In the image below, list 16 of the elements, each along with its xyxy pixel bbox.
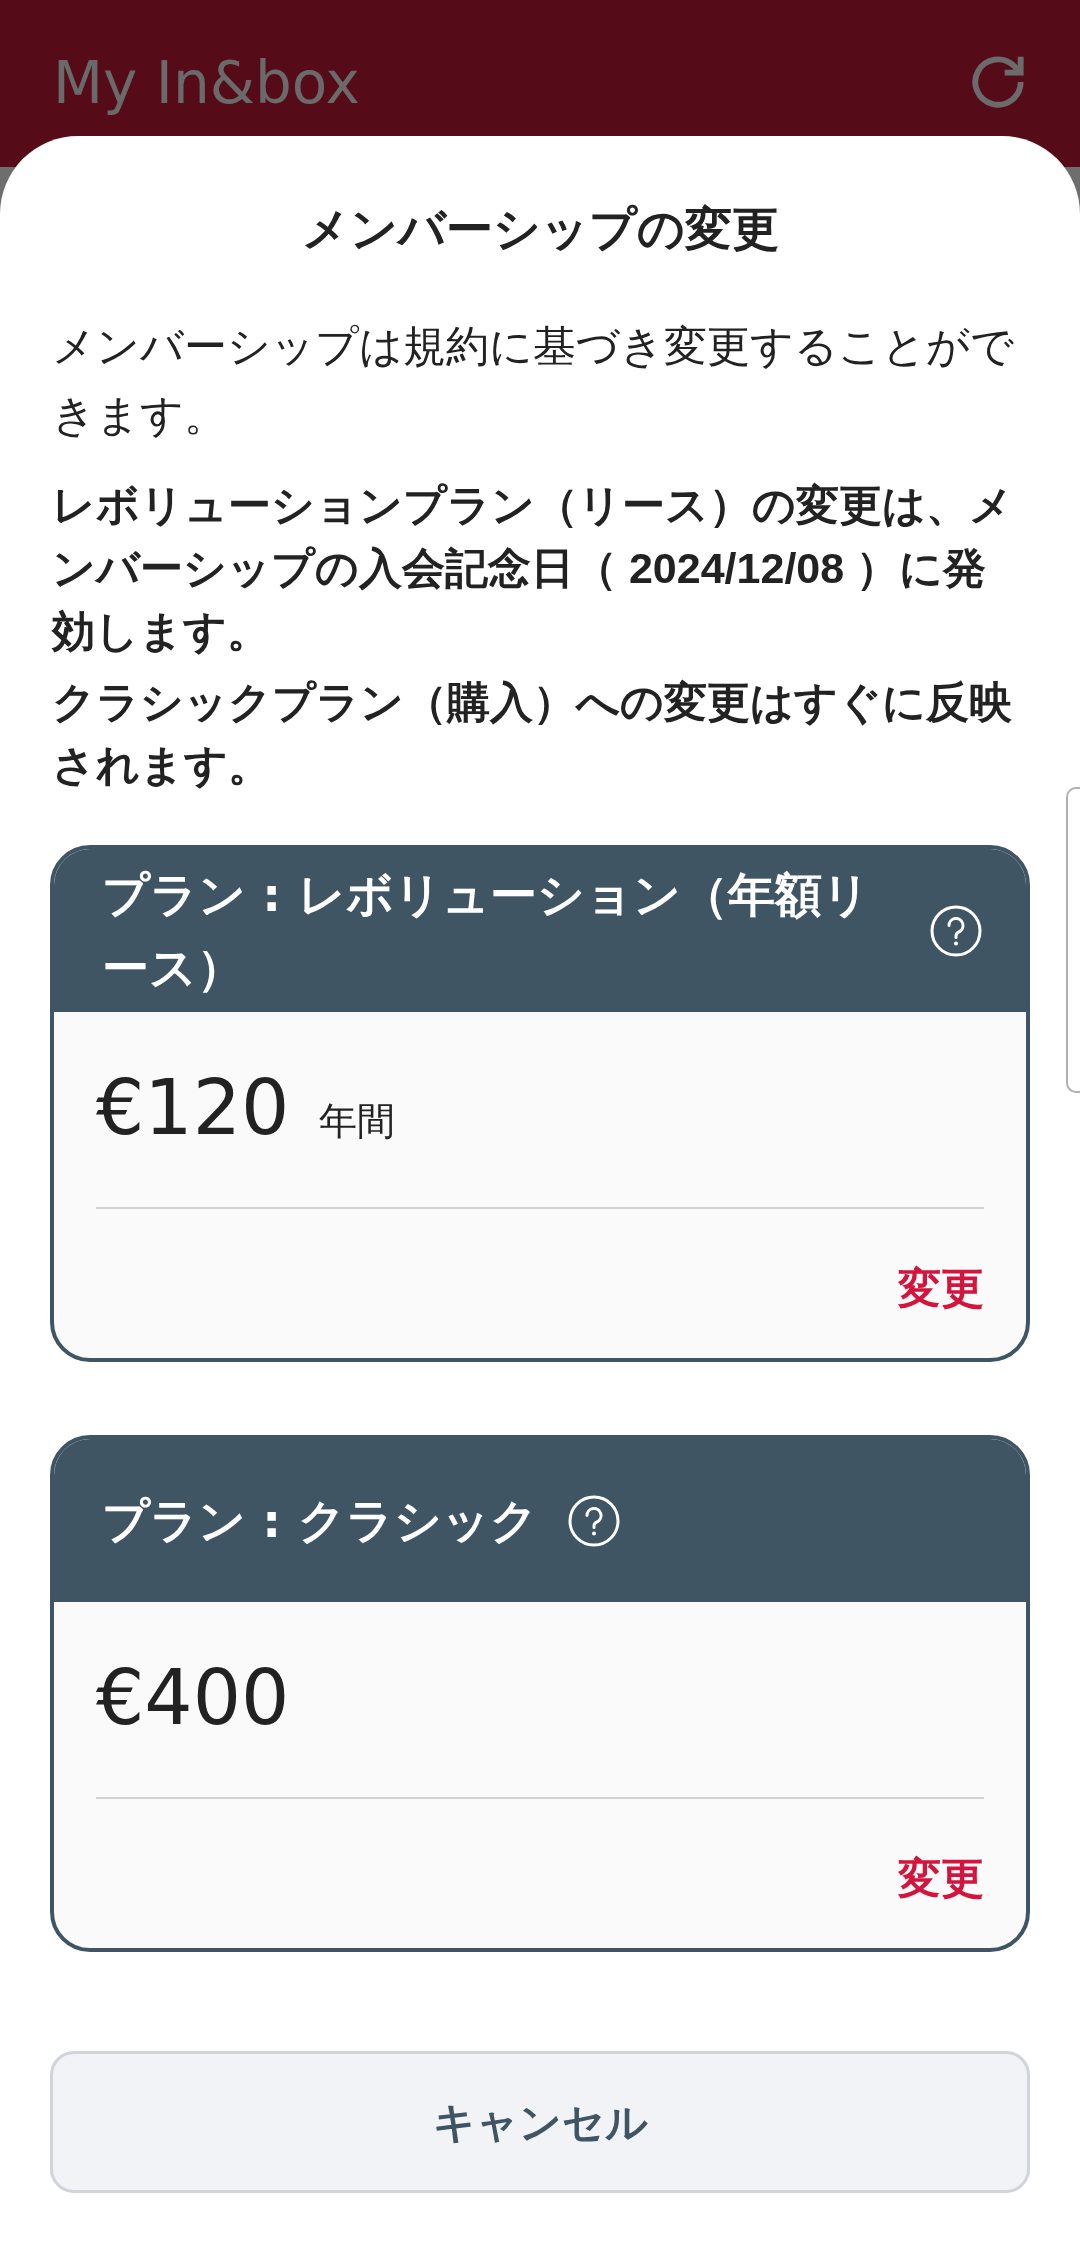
plan-title: プラン : クラシック xyxy=(102,1492,538,1550)
price-text: €120 xyxy=(96,1062,290,1154)
sheet-title: メンバーシップの変更 xyxy=(300,200,780,258)
help-icon[interactable] xyxy=(930,904,982,957)
change-link[interactable]: 変更 xyxy=(898,1263,984,1313)
price-text: €400 xyxy=(96,1652,290,1744)
period-text: 年間 xyxy=(319,1098,396,1145)
edge-handle[interactable] xyxy=(1066,787,1080,1093)
app-title: My In&box xyxy=(53,48,360,118)
help-icon[interactable] xyxy=(567,1494,620,1547)
description-text: メンバーシップは規約に基づき変更することができます。 xyxy=(52,320,1015,442)
plan-title: プラン : レボリューション（年額リース） xyxy=(102,865,871,997)
notice-text: レボリューションプラン（リース）の変更は、メンバーシップの入会記念日（ 2024/12/08 ）に発効します。 xyxy=(52,480,1014,657)
notice-text: クラシックプラン（購入）への変更はすぐに反映されます。 xyxy=(52,677,1013,791)
change-link[interactable]: 変更 xyxy=(898,1853,984,1903)
cancel-button[interactable]: キャンセル xyxy=(50,2051,1030,2193)
